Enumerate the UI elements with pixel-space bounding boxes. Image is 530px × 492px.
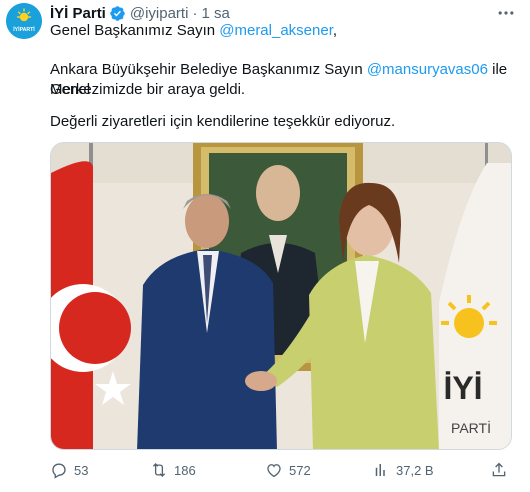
views-chart-icon xyxy=(375,464,385,476)
views-count: 37,2 B xyxy=(396,462,434,478)
text-segment: Merkezimizde bir araya geldi. xyxy=(50,81,246,98)
timestamp[interactable]: 1 sa xyxy=(201,5,229,22)
photo-illustration: İYİ PARTİ xyxy=(51,143,511,449)
reply-button[interactable]: 53 xyxy=(50,458,88,482)
retweet-icon xyxy=(152,463,166,477)
like-button[interactable]: 572 xyxy=(265,458,311,482)
share-icon xyxy=(492,462,506,477)
mention-link-aksener[interactable]: @meral_aksener xyxy=(219,22,333,39)
retweet-button[interactable]: 186 xyxy=(150,458,196,482)
tweet-header: İYİ Parti @iyiparti · 1 sa xyxy=(50,3,230,23)
tweet-photo[interactable]: İYİ PARTİ xyxy=(50,142,512,450)
text-segment: Genel Başkanımız Sayın xyxy=(50,22,220,39)
action-bar: 53 186 572 37,2 B xyxy=(50,458,512,482)
avatar[interactable]: İYİPARTİ xyxy=(6,3,42,39)
text-segment: Ankara Büyükşehir Belediye Başkanımız Sa… xyxy=(50,61,367,78)
separator-dot: · xyxy=(192,4,198,22)
tweet-text-line-3: Merkezimizde bir araya geldi. xyxy=(50,80,510,100)
heart-icon xyxy=(267,464,281,478)
flag-logo-text: İYİ xyxy=(443,370,482,406)
handle[interactable]: @iyiparti xyxy=(130,5,189,22)
more-options-icon[interactable] xyxy=(496,3,516,23)
like-count: 572 xyxy=(289,462,311,478)
svg-text:İYİPARTİ: İYİPARTİ xyxy=(13,26,35,33)
views-button[interactable]: 37,2 B xyxy=(372,458,434,482)
flag-logo-subtext: PARTİ xyxy=(451,419,491,436)
mention-link-yavas[interactable]: @mansuryavas06 xyxy=(367,61,488,78)
text-segment: Değerli ziyaretleri için kendilerine teş… xyxy=(50,113,396,130)
display-name[interactable]: İYİ Parti xyxy=(50,5,106,22)
verified-badge-icon xyxy=(110,5,125,21)
share-button[interactable] xyxy=(490,458,514,482)
text-segment: , xyxy=(332,22,338,39)
tweet-text-line-4: Değerli ziyaretleri için kendilerine teş… xyxy=(50,112,510,132)
reply-icon xyxy=(52,463,66,479)
tweet-text-line-1: Genel Başkanımız Sayın @meral_aksener, xyxy=(50,21,510,41)
reply-count: 53 xyxy=(74,462,89,478)
retweet-count: 186 xyxy=(174,462,196,478)
tweet[interactable]: İYİPARTİ İYİ Parti @iyiparti · 1 sa Gene… xyxy=(0,0,530,492)
party-logo-icon: İYİPARTİ xyxy=(6,3,42,39)
